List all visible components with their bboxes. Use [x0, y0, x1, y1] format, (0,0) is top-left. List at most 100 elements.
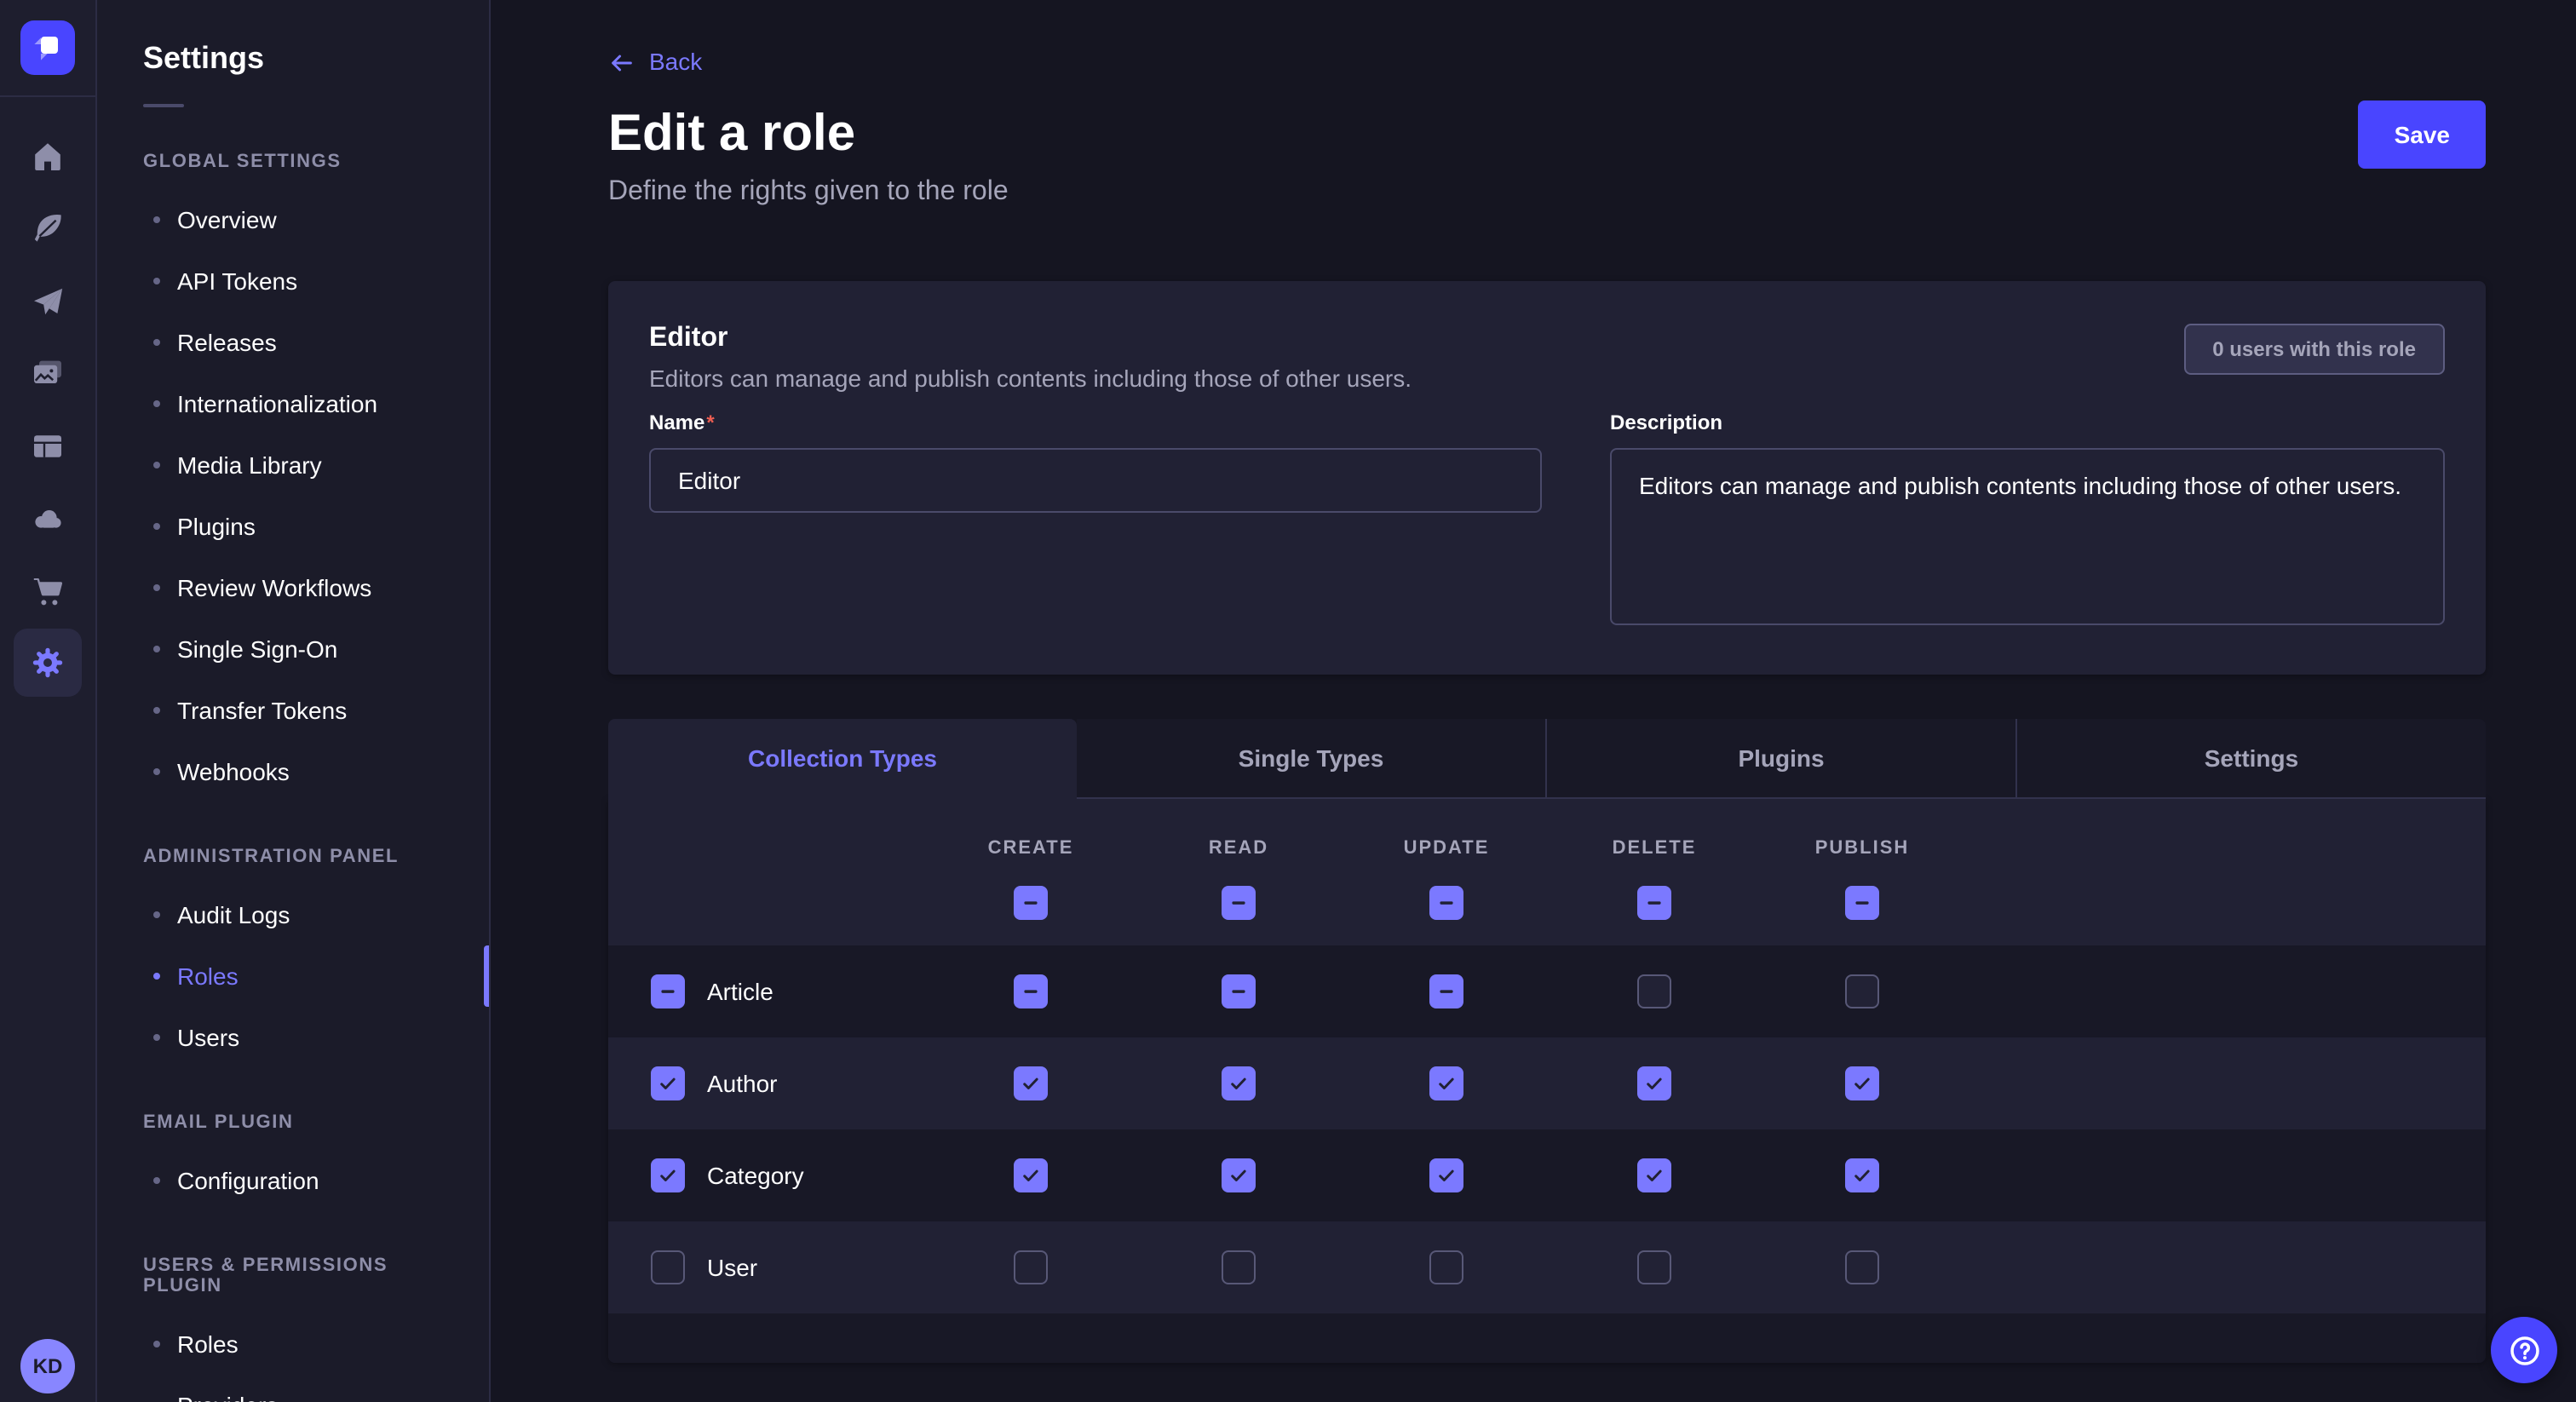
article-publish-checkbox[interactable]	[1845, 974, 1879, 1008]
settings-nav: Settings GLOBAL SETTINGSOverviewAPI Toke…	[97, 0, 491, 1402]
sidebar-item-overview[interactable]: Overview	[97, 189, 489, 250]
strapi-logo[interactable]	[0, 0, 96, 97]
bullet-icon	[153, 216, 160, 223]
column-header-label: CREATE	[988, 839, 1074, 858]
back-label: Back	[649, 48, 702, 77]
cloud-icon	[31, 501, 65, 535]
permission-row-article: Article	[608, 945, 2486, 1037]
sidebar-item-roles[interactable]: Roles	[97, 1313, 489, 1375]
user-publish-checkbox[interactable]	[1845, 1250, 1879, 1284]
category-row-checkbox[interactable]	[651, 1158, 685, 1192]
page-header: Edit a role Define the rights given to t…	[608, 108, 2486, 207]
select-all-update-checkbox[interactable]	[1429, 885, 1463, 919]
column-update: UPDATE	[1343, 798, 1550, 945]
sidebar-item-plugins[interactable]: Plugins	[97, 496, 489, 557]
help-button[interactable]	[2491, 1317, 2557, 1383]
select-all-read-checkbox[interactable]	[1222, 885, 1256, 919]
sidebar-item-label: Review Workflows	[177, 574, 371, 601]
sidebar-item-transfer-tokens[interactable]: Transfer Tokens	[97, 680, 489, 741]
cart-icon	[31, 573, 65, 607]
author-read-checkbox[interactable]	[1222, 1066, 1256, 1100]
sidebar-item-label: Roles	[177, 1330, 239, 1358]
nav-cloud-button[interactable]	[14, 484, 82, 552]
nav-gear-button[interactable]	[14, 629, 82, 697]
user-row-checkbox[interactable]	[651, 1250, 685, 1284]
article-read-checkbox[interactable]	[1222, 974, 1256, 1008]
column-read: READ	[1135, 798, 1343, 945]
sidebar-item-label: API Tokens	[177, 267, 297, 295]
permissions-header-row: CREATE READUPDATE DELETE PUBLISH	[608, 798, 2486, 945]
sidebar-item-review-workflows[interactable]: Review Workflows	[97, 557, 489, 618]
permission-row-author: Author	[608, 1037, 2486, 1129]
back-link[interactable]: Back	[608, 48, 702, 77]
sidebar-item-users[interactable]: Users	[97, 1007, 489, 1068]
author-publish-checkbox[interactable]	[1845, 1066, 1879, 1100]
description-label: Description	[1610, 410, 2445, 434]
user-avatar[interactable]: KD	[20, 1339, 75, 1393]
nav-layout-button[interactable]	[14, 411, 82, 480]
tab-plugins[interactable]: Plugins	[1545, 718, 2015, 798]
sidebar-item-label: Single Sign-On	[177, 635, 337, 663]
tab-settings[interactable]: Settings	[2015, 718, 2486, 798]
required-asterisk: *	[706, 410, 714, 434]
sidebar-item-label: Media Library	[177, 451, 322, 479]
user-update-checkbox[interactable]	[1429, 1250, 1463, 1284]
column-header-label: DELETE	[1613, 839, 1697, 858]
author-update-checkbox[interactable]	[1429, 1066, 1463, 1100]
column-header-label: PUBLISH	[1815, 839, 1910, 858]
select-all-delete-checkbox[interactable]	[1637, 885, 1671, 919]
article-row-checkbox[interactable]	[651, 974, 685, 1008]
row-label: User	[707, 1253, 757, 1280]
sidebar-item-api-tokens[interactable]: API Tokens	[97, 250, 489, 312]
page-subtitle: Define the rights given to the role	[608, 176, 1009, 207]
select-all-publish-checkbox[interactable]	[1845, 885, 1879, 919]
article-create-checkbox[interactable]	[1014, 974, 1048, 1008]
sidebar-item-roles[interactable]: Roles	[97, 945, 489, 1007]
user-read-checkbox[interactable]	[1222, 1250, 1256, 1284]
article-delete-checkbox[interactable]	[1637, 974, 1671, 1008]
user-create-checkbox[interactable]	[1014, 1250, 1048, 1284]
nav-paper-plane-button[interactable]	[14, 267, 82, 335]
row-label: Author	[707, 1069, 778, 1096]
author-create-checkbox[interactable]	[1014, 1066, 1048, 1100]
section-heading-email-plugin: EMAIL PLUGIN	[97, 1112, 489, 1133]
name-input[interactable]	[649, 447, 1542, 512]
sidebar-item-label: Overview	[177, 206, 277, 233]
column-publish: PUBLISH	[1758, 798, 1966, 945]
description-textarea[interactable]: Editors can manage and publish contents …	[1610, 447, 2445, 624]
select-all-create-checkbox[interactable]	[1014, 885, 1048, 919]
nav-cart-button[interactable]	[14, 556, 82, 624]
nav-feather-button[interactable]	[14, 194, 82, 262]
users-with-role-button[interactable]: 0 users with this role	[2183, 323, 2445, 374]
nav-home-button[interactable]	[14, 122, 82, 190]
tab-single-types[interactable]: Single Types	[1077, 718, 1545, 798]
sidebar-item-configuration[interactable]: Configuration	[97, 1150, 489, 1211]
user-delete-checkbox[interactable]	[1637, 1250, 1671, 1284]
sidebar-item-releases[interactable]: Releases	[97, 312, 489, 373]
save-button[interactable]: Save	[2359, 100, 2486, 168]
sidebar-item-audit-logs[interactable]: Audit Logs	[97, 884, 489, 945]
article-update-checkbox[interactable]	[1429, 974, 1463, 1008]
nav-media-button[interactable]	[14, 339, 82, 407]
sidebar-item-media-library[interactable]: Media Library	[97, 434, 489, 496]
sidebar-item-single-sign-on[interactable]: Single Sign-On	[97, 618, 489, 680]
category-read-checkbox[interactable]	[1222, 1158, 1256, 1192]
category-delete-checkbox[interactable]	[1637, 1158, 1671, 1192]
bullet-icon	[153, 584, 160, 591]
bullet-icon	[153, 707, 160, 714]
category-create-checkbox[interactable]	[1014, 1158, 1048, 1192]
category-publish-checkbox[interactable]	[1845, 1158, 1879, 1192]
author-row-checkbox[interactable]	[651, 1066, 685, 1100]
sidebar-item-providers[interactable]: Providers	[97, 1375, 489, 1402]
author-delete-checkbox[interactable]	[1637, 1066, 1671, 1100]
tab-collection-types[interactable]: Collection Types	[608, 718, 1077, 798]
section-heading-administration-panel: ADMINISTRATION PANEL	[97, 847, 489, 867]
category-update-checkbox[interactable]	[1429, 1158, 1463, 1192]
table-footer-band	[608, 1313, 2486, 1362]
sidebar-item-webhooks[interactable]: Webhooks	[97, 741, 489, 802]
paper-plane-icon	[31, 284, 65, 318]
sidebar-item-internationalization[interactable]: Internationalization	[97, 373, 489, 434]
bullet-icon	[153, 400, 160, 407]
arrow-left-icon	[608, 49, 635, 76]
bullet-icon	[153, 768, 160, 775]
